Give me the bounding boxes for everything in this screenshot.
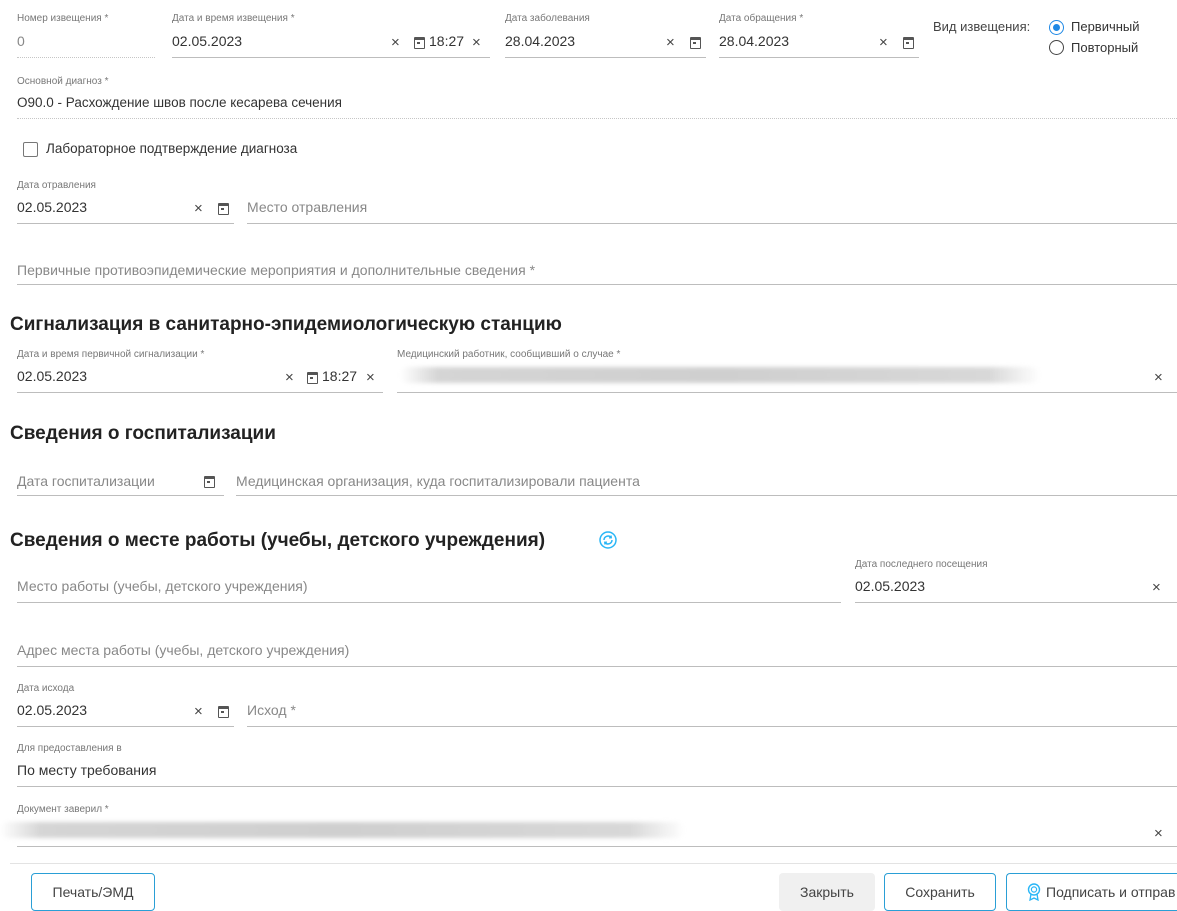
notice-time-input[interactable]: 18:27	[429, 33, 464, 49]
work-place-input[interactable]: Место работы (учебы, детского учреждения…	[17, 578, 308, 594]
clear-signal-time-icon[interactable]: ×	[366, 370, 375, 385]
signal-time-input[interactable]: 18:27	[322, 368, 357, 384]
clear-certified-icon[interactable]: ×	[1154, 826, 1163, 841]
clear-appeal-date-icon[interactable]: ×	[879, 35, 888, 50]
notice-date-input[interactable]: 02.05.2023	[172, 33, 242, 49]
calendar-illness-date-icon[interactable]	[690, 37, 701, 49]
calendar-hospital-date-icon[interactable]	[204, 476, 215, 488]
clear-signal-worker-icon[interactable]: ×	[1154, 370, 1163, 385]
clear-signal-date-icon[interactable]: ×	[285, 370, 294, 385]
clear-last-visit-icon[interactable]: ×	[1152, 580, 1161, 595]
notice-number-input[interactable]: 0	[17, 33, 25, 49]
calendar-notice-date-icon[interactable]	[414, 37, 425, 49]
calendar-signal-date-icon[interactable]	[307, 372, 318, 384]
measures-input[interactable]: Первичные противоэпидемические мероприят…	[17, 262, 535, 278]
last-visit-label: Дата последнего посещения	[855, 559, 988, 570]
work-place-underline	[17, 602, 841, 603]
hospital-org-underline	[236, 495, 1177, 496]
outcome-input[interactable]: Исход *	[247, 702, 296, 718]
notice-number-underline	[17, 57, 155, 58]
appeal-date-underline	[719, 57, 919, 58]
hospital-date-input[interactable]: Дата госпитализации	[17, 473, 155, 489]
provide-label: Для предоставления в	[17, 743, 122, 754]
appeal-date-input[interactable]: 28.04.2023	[719, 33, 789, 49]
clear-notice-date-icon[interactable]: ×	[391, 35, 400, 50]
clear-outcome-date-icon[interactable]: ×	[194, 704, 203, 719]
diagnosis-underline	[17, 118, 1177, 119]
signal-datetime-underline	[17, 392, 383, 393]
kind-primary-label[interactable]: Первичный	[1071, 19, 1140, 34]
close-button[interactable]: Закрыть	[779, 873, 875, 911]
certified-redacted-value[interactable]	[0, 822, 685, 838]
clear-illness-date-icon[interactable]: ×	[666, 35, 675, 50]
kind-repeat-radio[interactable]	[1049, 40, 1064, 55]
signal-datetime-label: Дата и время первичной сигнализации *	[17, 349, 205, 360]
illness-date-input[interactable]: 28.04.2023	[505, 33, 575, 49]
calendar-appeal-date-icon[interactable]	[903, 37, 914, 49]
signal-worker-label: Медицинский работник, сообщивший о случа…	[397, 349, 621, 360]
certificate-icon	[1027, 883, 1041, 901]
kind-repeat-label[interactable]: Повторный	[1071, 40, 1138, 55]
measures-underline	[17, 284, 1177, 285]
close-button-label: Закрыть	[800, 884, 854, 900]
signal-heading: Сигнализация в санитарно-эпидемиологичес…	[10, 314, 562, 335]
poisoning-date-underline	[17, 223, 234, 224]
signal-date-input[interactable]: 02.05.2023	[17, 368, 87, 384]
diagnosis-input[interactable]: O90.0 - Расхождение швов после кесарева …	[17, 95, 342, 110]
provide-input[interactable]: По месту требования	[17, 762, 156, 778]
poisoning-date-input[interactable]: 02.05.2023	[17, 199, 87, 215]
lab-confirm-label[interactable]: Лабораторное подтверждение диагноза	[46, 141, 297, 156]
sign-send-button[interactable]: Подписать и отправ	[1006, 873, 1177, 911]
illness-date-label: Дата заболевания	[505, 13, 590, 24]
calendar-poisoning-date-icon[interactable]	[218, 203, 229, 215]
save-button[interactable]: Сохранить	[884, 873, 996, 911]
last-visit-input[interactable]: 02.05.2023	[855, 578, 925, 594]
lab-confirm-checkbox[interactable]	[23, 142, 38, 157]
hospital-org-input[interactable]: Медицинская организация, куда госпитализ…	[236, 473, 640, 489]
appeal-date-label: Дата обращения *	[719, 13, 804, 24]
certified-underline	[17, 846, 1177, 847]
print-emd-button[interactable]: Печать/ЭМД	[31, 873, 155, 911]
top-clipped-heading	[10, 0, 610, 2]
work-address-underline	[17, 666, 1177, 667]
outcome-date-underline	[17, 726, 234, 727]
provide-underline	[17, 786, 1177, 787]
refresh-icon[interactable]	[598, 530, 618, 550]
work-address-input[interactable]: Адрес места работы (учебы, детского учре…	[17, 642, 349, 658]
signal-worker-underline	[397, 392, 1177, 393]
outcome-date-input[interactable]: 02.05.2023	[17, 702, 87, 718]
poisoning-place-input[interactable]: Место отравления	[247, 199, 367, 215]
poisoning-place-underline	[247, 223, 1177, 224]
footer-divider	[10, 863, 1177, 864]
calendar-outcome-date-icon[interactable]	[218, 706, 229, 718]
diagnosis-label: Основной диагноз *	[17, 76, 109, 87]
poisoning-date-label: Дата отравления	[17, 180, 96, 191]
hospital-heading: Сведения о госпитализации	[10, 423, 276, 444]
notice-datetime-underline	[172, 57, 490, 58]
outcome-underline	[247, 726, 1177, 727]
notice-datetime-label: Дата и время извещения *	[172, 13, 295, 24]
illness-date-underline	[505, 57, 706, 58]
certified-label: Документ заверил *	[17, 804, 109, 815]
print-emd-button-label: Печать/ЭМД	[52, 884, 134, 900]
save-button-label: Сохранить	[905, 884, 975, 900]
hospital-date-underline	[17, 495, 224, 496]
work-heading: Сведения о месте работы (учебы, детского…	[10, 530, 546, 551]
clear-notice-time-icon[interactable]: ×	[472, 35, 481, 50]
outcome-date-label: Дата исхода	[17, 683, 75, 694]
clear-poisoning-date-icon[interactable]: ×	[194, 201, 203, 216]
notice-kind-label: Вид извещения:	[933, 19, 1031, 34]
notice-number-label: Номер извещения *	[17, 13, 109, 24]
last-visit-underline	[855, 602, 1177, 603]
sign-send-button-label: Подписать и отправ	[1046, 884, 1176, 900]
kind-primary-radio[interactable]	[1049, 20, 1064, 35]
signal-worker-redacted-value[interactable]	[400, 367, 1040, 383]
